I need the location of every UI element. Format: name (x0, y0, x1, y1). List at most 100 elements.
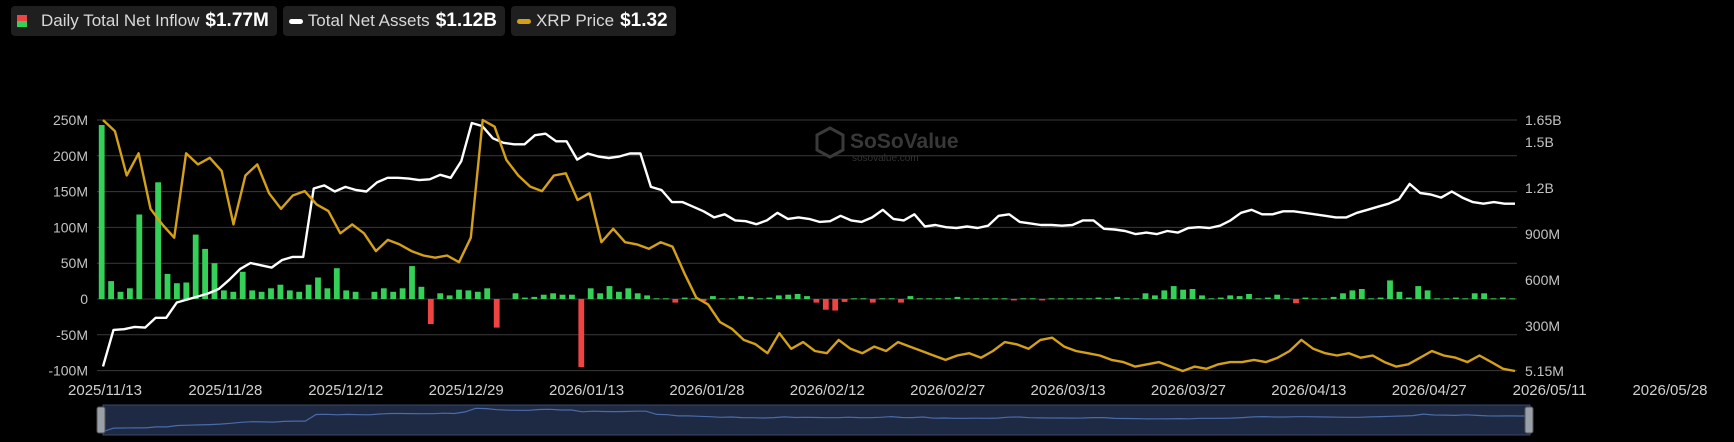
inflow-bar (268, 288, 274, 299)
inflow-bar (672, 299, 679, 303)
inflow-bar (1443, 298, 1450, 300)
inflow-bar (832, 299, 839, 311)
inflow-bar (1293, 299, 1299, 304)
inflow-bar (1321, 298, 1328, 300)
inflow-bar (964, 298, 970, 300)
inflow-bar (719, 298, 726, 300)
inflow-bar (164, 273, 171, 299)
legend-label: Total Net Assets (307, 11, 430, 30)
x-tick-label: 2026/02/27 (910, 382, 985, 399)
inflow-bar (418, 286, 425, 299)
inflow-bar (333, 268, 340, 299)
inflow-bar (1274, 294, 1281, 299)
legend-item-xrp-price[interactable]: XRP Price $1.32 (510, 6, 676, 36)
inflow-bar (1481, 293, 1487, 299)
inflow-bar (982, 298, 989, 300)
inflow-bar (1509, 298, 1516, 300)
y-left-tick-label: 250M (53, 112, 88, 128)
y-left-tick-label: 100M (53, 219, 88, 235)
navigator-track[interactable] (102, 404, 1531, 436)
inflow-bar (747, 296, 754, 299)
line-swatch-icon (288, 18, 303, 24)
inflow-bar (1170, 286, 1177, 299)
navigator-left-handle[interactable] (96, 406, 106, 434)
inflow-bar (1180, 289, 1186, 299)
inflow-bar (98, 125, 105, 299)
inflow-bar (559, 294, 566, 299)
inflow-bar (456, 289, 462, 299)
inflow-bar (1189, 289, 1196, 299)
inflow-bar (587, 288, 594, 299)
inflow-bar (841, 299, 848, 302)
inflow-bar (888, 298, 895, 300)
legend-item-net-assets[interactable]: Total Net Assets $1.12B (282, 6, 505, 36)
x-tick-label: 2025/11/13 (68, 382, 142, 399)
y-left-tick-label: 150M (53, 184, 88, 200)
inflow-bar (136, 214, 143, 299)
line-swatch-icon (516, 18, 531, 24)
inflow-bar (1227, 295, 1234, 299)
inflow-bar (1405, 297, 1412, 299)
inflow-bar (192, 234, 199, 299)
inflow-bar (1020, 298, 1027, 300)
legend-label: XRP Price (535, 11, 615, 30)
inflow-bar (794, 294, 801, 299)
inflow-bar (174, 283, 180, 299)
inflow-bar (550, 293, 556, 299)
inflow-bar (437, 293, 444, 299)
inflow-bar (390, 291, 397, 299)
total-net-assets-line (101, 121, 1515, 367)
x-tick-label: 2026/05/28 (1632, 382, 1707, 399)
inflow-bar (907, 296, 914, 299)
inflow-bar (399, 288, 406, 299)
inflow-bar (540, 294, 547, 299)
chart-canvas: SoSoValue sosovalue.com 250M 200M 150M 100M… (48, 112, 1708, 436)
x-tick-label: 2026/01/13 (549, 382, 624, 399)
inflow-bar (522, 297, 528, 299)
inflow-bar (371, 291, 378, 299)
navigator-right-handle[interactable] (1524, 406, 1534, 434)
inflow-bar (710, 296, 716, 299)
grid-lines (97, 119, 1517, 372)
inflow-bar (916, 298, 923, 300)
inflow-bar (1086, 298, 1092, 300)
inflow-bar (644, 295, 650, 299)
inflow-bar (851, 298, 857, 300)
inflow-bar (1349, 290, 1356, 299)
legend-item-net-inflow[interactable]: Daily Total Net Inflow $1.77M (11, 6, 277, 36)
inflow-bar (973, 298, 980, 300)
inflow-bar (409, 266, 415, 299)
inflow-bar (653, 298, 660, 300)
x-tick-label: 2025/12/12 (308, 382, 383, 399)
y-right-tick-label: 5.15M (1525, 363, 1564, 379)
inflow-bar (1500, 297, 1506, 299)
inflow-bar (926, 298, 933, 300)
y-right-tick-label: 900M (1525, 226, 1560, 242)
inflow-bar (1490, 298, 1497, 300)
x-axis: 2025/11/13 2025/11/28 2025/12/12 2025/12/29… (68, 382, 1708, 399)
inflow-bar (493, 299, 500, 328)
legend: Daily Total Net Inflow $1.77M Total Net … (11, 6, 676, 36)
inflow-bar (569, 294, 575, 299)
x-tick-label: 2025/12/29 (429, 382, 504, 399)
inflow-bar (1311, 298, 1318, 300)
inflow-bar (663, 298, 669, 300)
x-tick-label: 2026/05/11 (1513, 382, 1587, 399)
inflow-bar (465, 290, 472, 299)
y-right-tick-label: 1.2B (1525, 180, 1554, 196)
inflow-bar (1255, 298, 1262, 300)
inflow-bar (1415, 286, 1422, 299)
inflow-bar (1424, 290, 1431, 299)
inflow-bar (1396, 291, 1403, 299)
y-left-tick-label: 0 (80, 291, 88, 307)
inflow-bar (277, 284, 284, 299)
inflow-bar (202, 248, 208, 299)
inflow-bar (1123, 298, 1130, 300)
inflow-bar (1453, 297, 1459, 299)
range-navigator[interactable] (96, 404, 1534, 436)
inflow-bar (211, 263, 218, 299)
inflow-bar (155, 182, 161, 299)
inflow-bar (1471, 293, 1478, 299)
watermark: SoSoValue sosovalue.com (815, 126, 959, 164)
inflow-bar (286, 290, 293, 299)
